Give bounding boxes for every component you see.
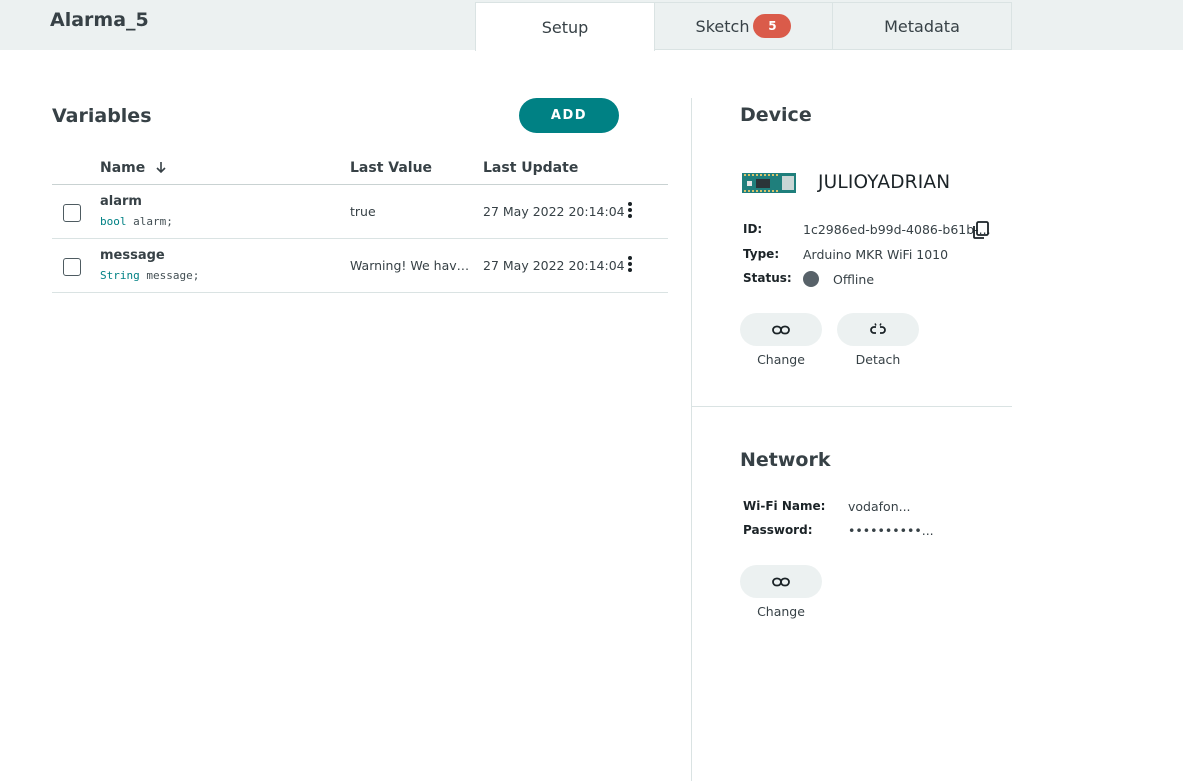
variable-decl-name: message; [146, 269, 200, 282]
change-network-label: Change [757, 604, 805, 619]
detach-device-label: Detach [855, 352, 901, 367]
table-row[interactable]: message String message; Warning! We have… [52, 239, 668, 293]
link-icon [772, 577, 790, 586]
password-label: Password: [743, 523, 813, 537]
table-row[interactable]: alarm bool alarm; true 27 May 2022 20:14… [52, 185, 668, 239]
variable-last-update: 27 May 2022 20:14:04 [483, 258, 625, 273]
unlink-icon [870, 322, 886, 334]
thing-title: Alarma_5 [50, 9, 149, 31]
row-menu-icon[interactable] [626, 256, 634, 276]
password-value: ••••••••••... [848, 523, 934, 538]
variable-last-value: Warning! We have detected [350, 258, 475, 273]
column-header-name-label: Name [100, 160, 146, 176]
device-title: Device [740, 104, 812, 126]
variable-type: bool [100, 215, 127, 228]
arduino-board-icon [742, 173, 796, 193]
variables-title: Variables [52, 105, 152, 127]
section-divider [692, 406, 1012, 407]
variable-name: message [100, 248, 165, 263]
tab-setup-label: Setup [541, 17, 589, 37]
tab-metadata[interactable]: Metadata [832, 2, 1012, 50]
device-type-value: Arduino MKR WiFi 1010 [803, 247, 949, 262]
variable-declaration: bool alarm; [100, 215, 173, 228]
add-variable-button[interactable]: ADD [519, 98, 619, 133]
tab-metadata-label: Metadata [884, 16, 960, 36]
variable-last-value: true [350, 204, 376, 219]
column-header-last-value: Last Value [350, 160, 433, 176]
tab-sketch-label: Sketch [695, 16, 750, 36]
tab-setup[interactable]: Setup [475, 2, 655, 51]
column-header-last-update: Last Update [483, 160, 579, 176]
change-device-button[interactable] [740, 313, 822, 346]
variable-decl-name: alarm; [133, 215, 173, 228]
status-offline-indicator [803, 271, 819, 287]
change-device-label: Change [757, 352, 805, 367]
change-network-button[interactable] [740, 565, 822, 598]
device-status-value: Offline [833, 272, 875, 287]
link-icon [772, 325, 790, 334]
row-divider [52, 292, 668, 293]
device-type-label: Type: [743, 247, 780, 261]
arrow-down-icon [156, 162, 166, 174]
panel-divider [691, 98, 692, 781]
wifi-name-value: vodafon... [848, 499, 911, 514]
copy-icon[interactable] [971, 220, 991, 240]
wifi-name-label: Wi-Fi Name: [743, 499, 826, 513]
device-id-value: 1c2986ed-b99d-4086-b61b-... [803, 222, 991, 237]
network-title: Network [740, 449, 831, 471]
device-id-label: ID: [743, 222, 763, 236]
row-menu-icon[interactable] [626, 202, 634, 222]
column-header-name[interactable]: Name [100, 160, 168, 176]
device-status-label: Status: [743, 271, 792, 285]
row-checkbox[interactable] [63, 258, 81, 276]
variable-name: alarm [100, 194, 142, 209]
detach-device-button[interactable] [837, 313, 919, 346]
device-name: JULIOYADRIAN [818, 172, 951, 193]
variable-last-update: 27 May 2022 20:14:04 [483, 204, 625, 219]
row-checkbox[interactable] [63, 204, 81, 222]
variable-type: String [100, 269, 140, 282]
tab-sketch[interactable]: Sketch 5 [654, 2, 833, 50]
variable-declaration: String message; [100, 269, 199, 282]
sketch-count-badge: 5 [753, 14, 792, 38]
